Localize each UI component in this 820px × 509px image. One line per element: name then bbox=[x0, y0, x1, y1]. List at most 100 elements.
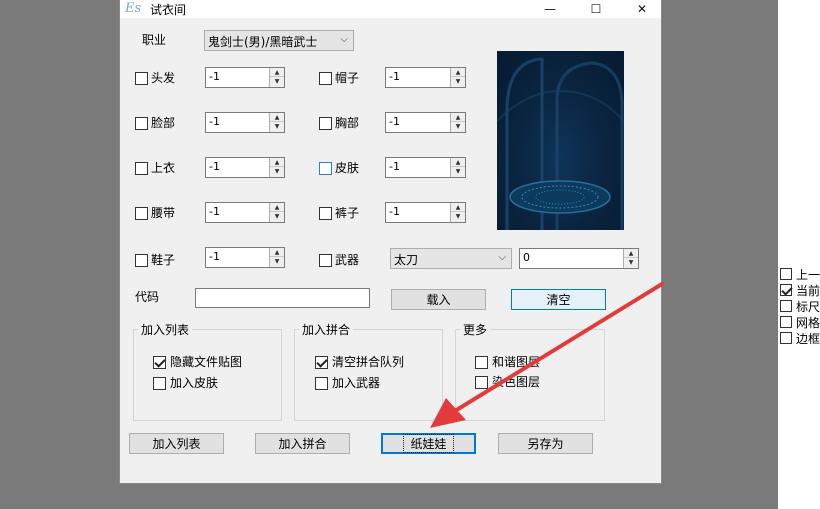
right-panel-grid-label: 网格 bbox=[796, 316, 820, 330]
chest-checkbox[interactable] bbox=[319, 117, 332, 130]
job-select[interactable]: 鬼剑士(男)/黑暗武士 ⌵ bbox=[204, 30, 354, 51]
top-label: 上衣 bbox=[151, 161, 176, 175]
weapon-type-select[interactable]: 太刀 ⌵ bbox=[390, 248, 512, 269]
spin-down-icon[interactable]: ▼ bbox=[270, 257, 284, 266]
right-panel-border-label: 边框 bbox=[796, 332, 820, 346]
chest-label: 胸部 bbox=[335, 116, 360, 130]
chest-value: -1 bbox=[389, 115, 400, 128]
spin-up-icon[interactable]: ▲ bbox=[270, 113, 284, 122]
hide-texture-label: 隐藏文件贴图 bbox=[170, 355, 243, 369]
clear-merge-queue-checkbox[interactable] bbox=[315, 356, 328, 369]
harmony-layer-checkbox[interactable] bbox=[475, 356, 488, 369]
weapon-value: 0 bbox=[523, 251, 530, 264]
belt-label: 腰带 bbox=[151, 206, 176, 220]
spin-down-icon[interactable]: ▼ bbox=[451, 77, 465, 86]
hair-checkbox[interactable] bbox=[135, 72, 148, 85]
close-button[interactable]: ✕ bbox=[625, 0, 659, 18]
dye-layer-checkbox[interactable] bbox=[475, 376, 488, 389]
code-input[interactable] bbox=[195, 288, 370, 308]
weapon-checkbox[interactable] bbox=[319, 254, 332, 267]
right-panel-prev-label: 上一 bbox=[796, 268, 820, 282]
right-panel-border-checkbox[interactable] bbox=[780, 332, 792, 344]
spin-down-icon[interactable]: ▼ bbox=[451, 122, 465, 131]
job-select-value: 鬼剑士(男)/黑暗武士 bbox=[208, 35, 318, 49]
face-checkbox[interactable] bbox=[135, 117, 148, 130]
face-label: 脸部 bbox=[151, 116, 176, 130]
hat-label: 帽子 bbox=[335, 71, 360, 85]
add-skin-label: 加入皮肤 bbox=[170, 376, 219, 390]
paper-doll-button[interactable]: 纸娃娃 bbox=[381, 433, 476, 454]
right-panel-background bbox=[778, 0, 820, 509]
harmony-layer-label: 和谐图层 bbox=[492, 355, 541, 369]
character-preview bbox=[497, 51, 624, 230]
add-merge-button[interactable]: 加入拼合 bbox=[255, 433, 350, 454]
pants-stepper[interactable]: -1 ▲ ▼ bbox=[385, 202, 466, 223]
add-weapon-label: 加入武器 bbox=[332, 376, 381, 390]
right-panel-current-checkbox[interactable] bbox=[780, 284, 792, 296]
spin-up-icon[interactable]: ▲ bbox=[270, 203, 284, 212]
spin-down-icon[interactable]: ▼ bbox=[270, 122, 284, 131]
chevron-down-icon: ⌵ bbox=[340, 34, 348, 45]
shoes-value: -1 bbox=[209, 250, 220, 263]
hat-checkbox[interactable] bbox=[319, 72, 332, 85]
spin-up-icon[interactable]: ▲ bbox=[270, 158, 284, 167]
right-panel-ruler-label: 标尺 bbox=[796, 300, 820, 314]
shoes-label: 鞋子 bbox=[151, 253, 176, 267]
spin-up-icon[interactable]: ▲ bbox=[451, 203, 465, 212]
add-list-group-title: 加入列表 bbox=[138, 321, 193, 338]
top-value: -1 bbox=[209, 160, 220, 173]
add-list-button[interactable]: 加入列表 bbox=[129, 433, 224, 454]
spin-down-icon[interactable]: ▼ bbox=[451, 167, 465, 176]
minimize-button[interactable]: — bbox=[533, 0, 567, 18]
save-as-button[interactable]: 另存为 bbox=[498, 433, 593, 454]
spin-up-icon[interactable]: ▲ bbox=[451, 113, 465, 122]
spin-up-icon[interactable]: ▲ bbox=[624, 249, 638, 258]
weapon-label: 武器 bbox=[335, 253, 360, 267]
add-skin-checkbox[interactable] bbox=[153, 377, 166, 390]
skin-checkbox[interactable] bbox=[319, 162, 332, 175]
hair-stepper[interactable]: -1 ▲ ▼ bbox=[205, 67, 285, 88]
title-bar: Es 试衣间 — ☐ ✕ bbox=[120, 0, 661, 18]
fitting-room-window: Es 试衣间 — ☐ ✕ 职业 鬼剑士(男)/黑暗武士 ⌵ 头发 -1 ▲ ▼ 帽… bbox=[119, 0, 662, 484]
spin-up-icon[interactable]: ▲ bbox=[270, 248, 284, 257]
right-panel-prev-checkbox[interactable] bbox=[780, 268, 792, 280]
maximize-button[interactable]: ☐ bbox=[579, 0, 613, 18]
job-label: 职业 bbox=[142, 33, 167, 47]
face-stepper[interactable]: -1 ▲ ▼ bbox=[205, 112, 285, 133]
clear-button-label: 清空 bbox=[546, 293, 571, 307]
spin-up-icon[interactable]: ▲ bbox=[451, 68, 465, 77]
weapon-stepper[interactable]: 0 ▲ ▼ bbox=[519, 248, 639, 269]
shoes-checkbox[interactable] bbox=[135, 254, 148, 267]
right-panel-ruler-checkbox[interactable] bbox=[780, 300, 792, 312]
spin-up-icon[interactable]: ▲ bbox=[451, 158, 465, 167]
belt-value: -1 bbox=[209, 205, 220, 218]
spin-down-icon[interactable]: ▼ bbox=[624, 258, 638, 267]
spin-down-icon[interactable]: ▼ bbox=[270, 167, 284, 176]
code-label: 代码 bbox=[135, 290, 160, 304]
skin-label: 皮肤 bbox=[335, 161, 360, 175]
add-weapon-checkbox[interactable] bbox=[315, 377, 328, 390]
top-stepper[interactable]: -1 ▲ ▼ bbox=[205, 157, 285, 178]
skin-value: -1 bbox=[389, 160, 400, 173]
clear-button[interactable]: 清空 bbox=[511, 289, 606, 310]
right-panel-grid-checkbox[interactable] bbox=[780, 316, 792, 328]
spin-up-icon[interactable]: ▲ bbox=[270, 68, 284, 77]
belt-stepper[interactable]: -1 ▲ ▼ bbox=[205, 202, 285, 223]
spin-down-icon[interactable]: ▼ bbox=[451, 212, 465, 221]
face-value: -1 bbox=[209, 115, 220, 128]
chest-stepper[interactable]: -1 ▲ ▼ bbox=[385, 112, 466, 133]
spin-down-icon[interactable]: ▼ bbox=[270, 77, 284, 86]
maximize-icon: ☐ bbox=[590, 2, 602, 16]
hat-stepper[interactable]: -1 ▲ ▼ bbox=[385, 67, 466, 88]
paper-doll-button-label: 纸娃娃 bbox=[403, 434, 454, 453]
hide-texture-checkbox[interactable] bbox=[153, 356, 166, 369]
shoes-stepper[interactable]: -1 ▲ ▼ bbox=[205, 247, 285, 268]
hair-label: 头发 bbox=[151, 71, 176, 85]
belt-checkbox[interactable] bbox=[135, 207, 148, 220]
top-checkbox[interactable] bbox=[135, 162, 148, 175]
load-button[interactable]: 载入 bbox=[391, 289, 486, 310]
add-merge-group-title: 加入拼合 bbox=[299, 321, 354, 338]
spin-down-icon[interactable]: ▼ bbox=[270, 212, 284, 221]
pants-checkbox[interactable] bbox=[319, 207, 332, 220]
skin-stepper[interactable]: -1 ▲ ▼ bbox=[385, 157, 466, 178]
